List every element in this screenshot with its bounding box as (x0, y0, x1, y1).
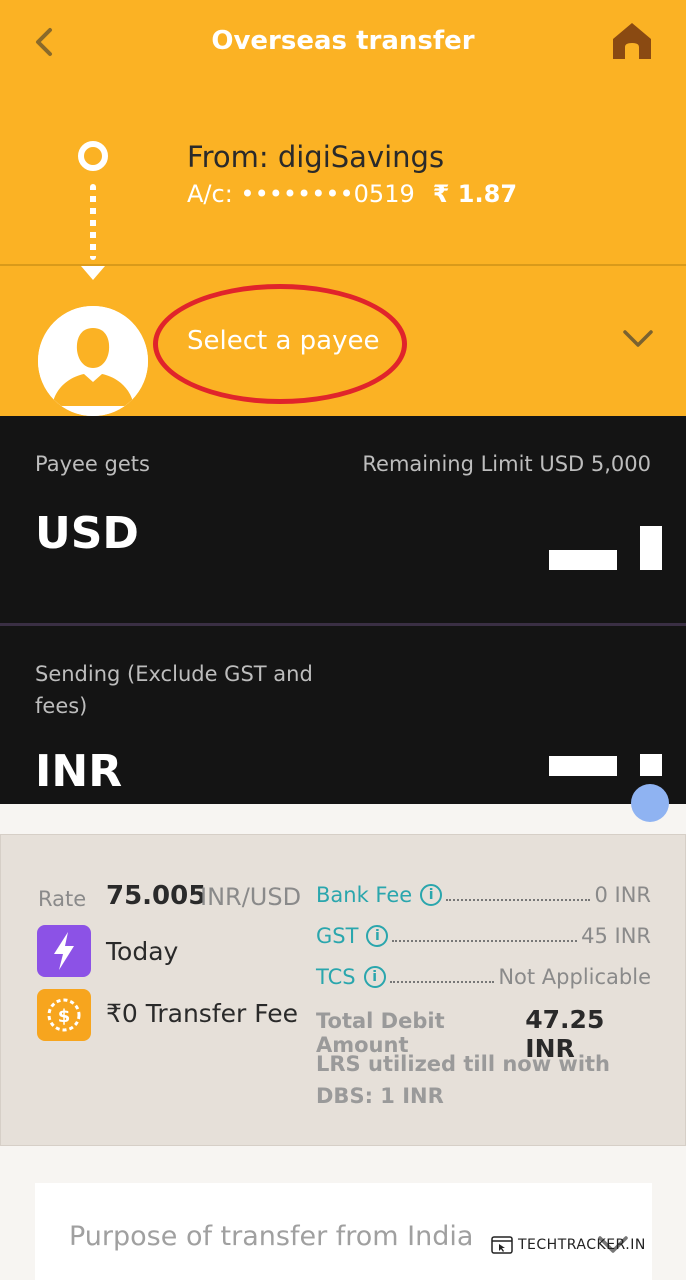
redacted-amount (549, 550, 617, 570)
info-icon[interactable]: i (366, 925, 389, 947)
fee-row-tcs: TCS i Not Applicable (316, 962, 651, 992)
dotted-leader (392, 940, 578, 942)
fee-row-bank: Bank Fee i 0 INR (316, 880, 651, 910)
down-arrow-icon (81, 266, 105, 280)
fee-row-gst: GST i 45 INR (316, 921, 651, 951)
drag-handle[interactable] (631, 784, 669, 822)
payee-selector[interactable]: Select a payee (0, 264, 686, 416)
transfer-path-dots (90, 184, 96, 260)
header: Overseas transfer From: digiSavings A/c:… (0, 0, 686, 264)
account-number: A/c: ••••••••0519 (187, 180, 415, 208)
purpose-placeholder[interactable]: Purpose of transfer from India (69, 1221, 473, 1252)
browser-cursor-icon (491, 1236, 513, 1254)
user-silhouette-icon (38, 306, 148, 416)
redacted-amount (549, 756, 617, 776)
receive-currency: USD (35, 508, 139, 559)
home-icon[interactable] (610, 20, 654, 62)
lrs-utilized: LRS utilized till now with DBS: 1 INR (316, 1052, 610, 1108)
fee-name: Bank Fee (316, 883, 413, 907)
fee-value: 45 INR (581, 924, 651, 948)
coin-icon: $ (37, 989, 91, 1041)
info-icon[interactable]: i (363, 966, 386, 988)
rate-label: Rate (38, 887, 87, 911)
transfer-speed: Today (106, 937, 179, 966)
dotted-leader (389, 981, 495, 983)
transfer-summary: Rate 75.005 INR/USD Today $ ₹0 Transfer … (0, 834, 686, 1146)
rate-unit: INR/USD (200, 883, 302, 911)
info-icon[interactable]: i (420, 884, 443, 906)
watermark: TECHTRACKER.IN (491, 1234, 646, 1256)
dotted-leader (446, 899, 591, 901)
payee-gets-label: Payee gets (35, 452, 150, 476)
svg-text:$: $ (58, 1006, 71, 1027)
annotation-circle (153, 284, 407, 404)
fee-value: Not Applicable (498, 965, 651, 989)
send-amount-panel: Sending (Exclude GST and fees) INR (0, 626, 686, 804)
transfer-fee: ₹0 Transfer Fee (106, 999, 299, 1028)
purpose-dropdown[interactable]: Purpose of transfer from India (35, 1183, 652, 1280)
from-account-details: A/c: ••••••••0519 ₹ 1.87 (187, 180, 517, 208)
receive-amount-panel: Payee gets Remaining Limit USD 5,000 USD (0, 416, 686, 624)
amount-input-cursor[interactable] (640, 526, 662, 570)
watermark-text: TECHTRACKER.IN (518, 1237, 646, 1253)
source-node-icon (78, 141, 108, 171)
remaining-limit: Remaining Limit USD 5,000 (362, 452, 651, 476)
fee-value: 0 INR (594, 883, 651, 907)
chevron-down-icon[interactable] (622, 328, 654, 350)
fee-name: TCS (316, 965, 356, 989)
send-currency: INR (35, 746, 123, 797)
from-account-title: From: digiSavings (187, 140, 445, 174)
account-balance: ₹ 1.87 (432, 180, 518, 208)
page-title: Overseas transfer (211, 26, 475, 56)
rate-value: 75.005 (106, 881, 207, 911)
amount-input-cursor[interactable] (640, 754, 662, 776)
fee-name: GST (316, 924, 359, 948)
lightning-icon (37, 925, 91, 977)
sending-label: Sending (Exclude GST and fees) (35, 662, 313, 718)
